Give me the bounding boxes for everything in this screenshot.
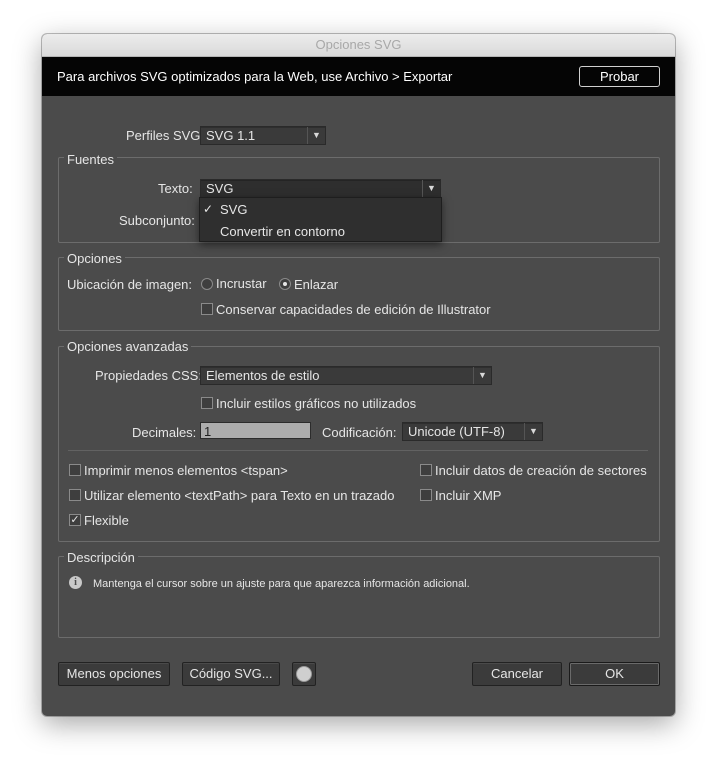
textpath-checkbox[interactable]	[69, 489, 81, 501]
include-xmp-label: Incluir XMP	[435, 488, 502, 503]
advanced-group-title: Opciones avanzadas	[64, 339, 192, 354]
export-banner: Para archivos SVG optimizados para la We…	[42, 57, 675, 96]
link-label: Enlazar	[294, 277, 339, 292]
banner-text: Para archivos SVG optimizados para la We…	[57, 69, 453, 84]
description-text: Mantenga el cursor sobre un ajuste para …	[93, 578, 470, 590]
textpath-label: Utilizar elemento <textPath> para Texto …	[84, 488, 395, 503]
text-type-value: SVG	[206, 181, 234, 196]
info-icon: i	[69, 576, 82, 589]
chevron-down-icon: ▼	[473, 367, 491, 384]
chevron-down-icon: ▼	[524, 423, 542, 440]
include-unused-styles-label: Incluir estilos gráficos no utilizados	[216, 396, 417, 411]
embed-radio[interactable]	[201, 278, 213, 290]
chevron-down-icon: ▼	[422, 180, 440, 197]
encoding-value: Unicode (UTF-8)	[408, 424, 505, 439]
web-preview-button[interactable]	[292, 662, 316, 686]
include-xmp-checkbox[interactable]	[420, 489, 432, 501]
globe-icon	[296, 666, 312, 682]
css-properties-value: Elementos de estilo	[206, 368, 320, 383]
decimals-label: Decimales:	[132, 425, 197, 440]
description-group	[58, 556, 660, 638]
radio-selected-dot	[283, 282, 287, 286]
fewer-tspan-label: Imprimir menos elementos <tspan>	[84, 463, 288, 478]
svg-profile-select[interactable]: SVG 1.1 ▼	[200, 126, 326, 145]
svg-profile-value: SVG 1.1	[206, 128, 256, 143]
window-title: Opciones SVG	[42, 34, 675, 57]
fewer-tspan-checkbox[interactable]	[69, 464, 81, 476]
cancel-button[interactable]: Cancelar	[472, 662, 562, 686]
preserve-editing-label: Conservar capacidades de edición de Illu…	[216, 302, 491, 317]
responsive-label: Flexible	[84, 513, 129, 528]
advanced-separator	[68, 450, 648, 451]
text-type-select[interactable]: SVG ▼	[200, 179, 441, 198]
css-properties-select[interactable]: Elementos de estilo ▼	[200, 366, 492, 385]
fonts-group-title: Fuentes	[64, 152, 117, 167]
preserve-editing-checkbox[interactable]	[201, 303, 213, 315]
link-radio[interactable]	[279, 278, 291, 290]
less-options-button[interactable]: Menos opciones	[58, 662, 170, 686]
svg-options-dialog: Opciones SVG Para archivos SVG optimizad…	[42, 34, 675, 716]
checkmark-icon: ✓	[203, 202, 214, 216]
encoding-select[interactable]: Unicode (UTF-8) ▼	[402, 422, 543, 441]
profiles-label: Perfiles SVG	[126, 128, 201, 143]
options-group	[58, 257, 660, 331]
menu-item-convert-to-outline[interactable]: Convertir en contorno	[220, 224, 345, 239]
slicing-data-checkbox[interactable]	[420, 464, 432, 476]
css-properties-label: Propiedades CSS:	[95, 368, 202, 383]
decimals-input[interactable]: 1	[200, 422, 311, 439]
svg-code-button[interactable]: Código SVG...	[182, 662, 280, 686]
menu-item-svg[interactable]: SVG	[220, 202, 247, 217]
include-unused-styles-checkbox[interactable]	[201, 397, 213, 409]
options-group-title: Opciones	[64, 251, 125, 266]
text-label: Texto:	[158, 181, 193, 196]
ok-button[interactable]: OK	[569, 662, 660, 686]
try-button[interactable]: Probar	[579, 66, 660, 87]
checkmark-icon: ✓	[70, 514, 80, 526]
embed-label: Incrustar	[216, 276, 267, 291]
encoding-label: Codificación:	[322, 425, 397, 440]
slicing-data-label: Incluir datos de creación de sectores	[435, 463, 647, 478]
subset-label: Subconjunto:	[119, 213, 195, 228]
responsive-checkbox[interactable]: ✓	[69, 514, 81, 526]
chevron-down-icon: ▼	[307, 127, 325, 144]
image-location-label: Ubicación de imagen:	[67, 277, 193, 292]
text-type-dropdown-menu: ✓ SVG Convertir en contorno	[199, 197, 442, 242]
description-group-title: Descripción	[64, 550, 138, 565]
